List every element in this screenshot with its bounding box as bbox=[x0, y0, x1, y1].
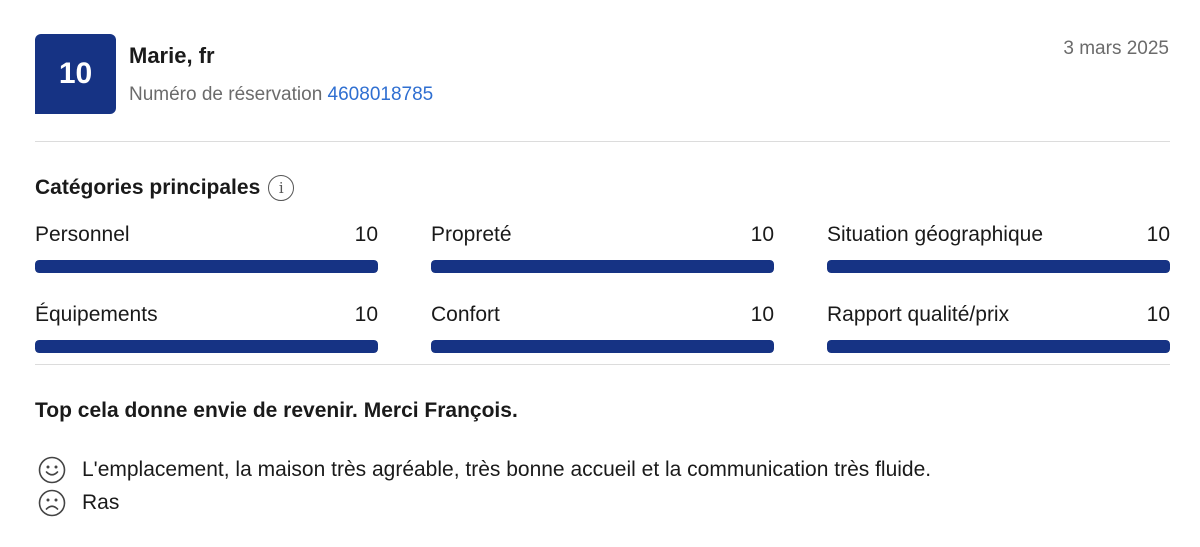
category-proprete: Propreté 10 bbox=[431, 223, 774, 273]
category-bar-fill bbox=[35, 260, 378, 273]
negative-comment: Ras bbox=[38, 489, 119, 517]
reservation-label: Numéro de réservation bbox=[129, 84, 323, 105]
category-score: 10 bbox=[354, 223, 378, 246]
reservation-number-link[interactable]: 4608018785 bbox=[328, 84, 434, 105]
category-bar bbox=[431, 260, 774, 273]
category-label: Équipements bbox=[35, 303, 158, 326]
categories-title: Catégories principales bbox=[35, 176, 261, 199]
category-label: Situation géographique bbox=[827, 223, 1044, 246]
score-value: 10 bbox=[58, 57, 93, 90]
category-score: 10 bbox=[750, 223, 774, 246]
category-bar bbox=[35, 260, 378, 273]
divider bbox=[35, 141, 1170, 142]
category-label: Propreté bbox=[431, 223, 512, 246]
review-title: Top cela donne envie de revenir. Merci F… bbox=[35, 399, 518, 422]
category-bar bbox=[35, 340, 378, 353]
score-badge: 10 bbox=[35, 34, 116, 114]
frown-icon bbox=[38, 489, 66, 517]
positive-comment: L'emplacement, la maison très agréable, … bbox=[38, 456, 931, 484]
info-icon[interactable]: i bbox=[268, 175, 295, 201]
category-bar-fill bbox=[35, 340, 378, 353]
category-bar-fill bbox=[827, 260, 1170, 273]
positive-comment-text: L'emplacement, la maison très agréable, … bbox=[82, 458, 932, 481]
category-rapport-qualite-prix: Rapport qualité/prix 10 bbox=[827, 303, 1170, 353]
reviewer-name: Marie, fr bbox=[129, 43, 215, 68]
categories-header: Catégories principales i bbox=[35, 175, 295, 201]
category-personnel: Personnel 10 bbox=[35, 223, 378, 273]
category-confort: Confort 10 bbox=[431, 303, 774, 353]
smiley-icon bbox=[38, 456, 66, 484]
category-score: 10 bbox=[1146, 223, 1170, 246]
category-label: Personnel bbox=[35, 223, 130, 246]
divider bbox=[35, 364, 1170, 365]
category-bar bbox=[431, 340, 774, 353]
category-bar bbox=[827, 260, 1170, 273]
category-score: 10 bbox=[750, 303, 774, 326]
review-card: 10 Marie, fr Numéro de réservation 46080… bbox=[0, 0, 1200, 547]
category-bar-fill bbox=[431, 340, 774, 353]
category-equipements: Équipements 10 bbox=[35, 303, 378, 353]
category-label: Rapport qualité/prix bbox=[827, 303, 1010, 326]
category-bar bbox=[827, 340, 1170, 353]
category-bar-fill bbox=[827, 340, 1170, 353]
category-label: Confort bbox=[431, 303, 500, 326]
reservation-line: Numéro de réservation 4608018785 bbox=[129, 84, 433, 106]
category-bar-fill bbox=[431, 260, 774, 273]
category-situation: Situation géographique 10 bbox=[827, 223, 1170, 273]
category-score: 10 bbox=[354, 303, 378, 326]
review-date: 3 mars 2025 bbox=[1063, 38, 1169, 59]
category-score: 10 bbox=[1146, 303, 1170, 326]
negative-comment-text: Ras bbox=[82, 491, 120, 514]
